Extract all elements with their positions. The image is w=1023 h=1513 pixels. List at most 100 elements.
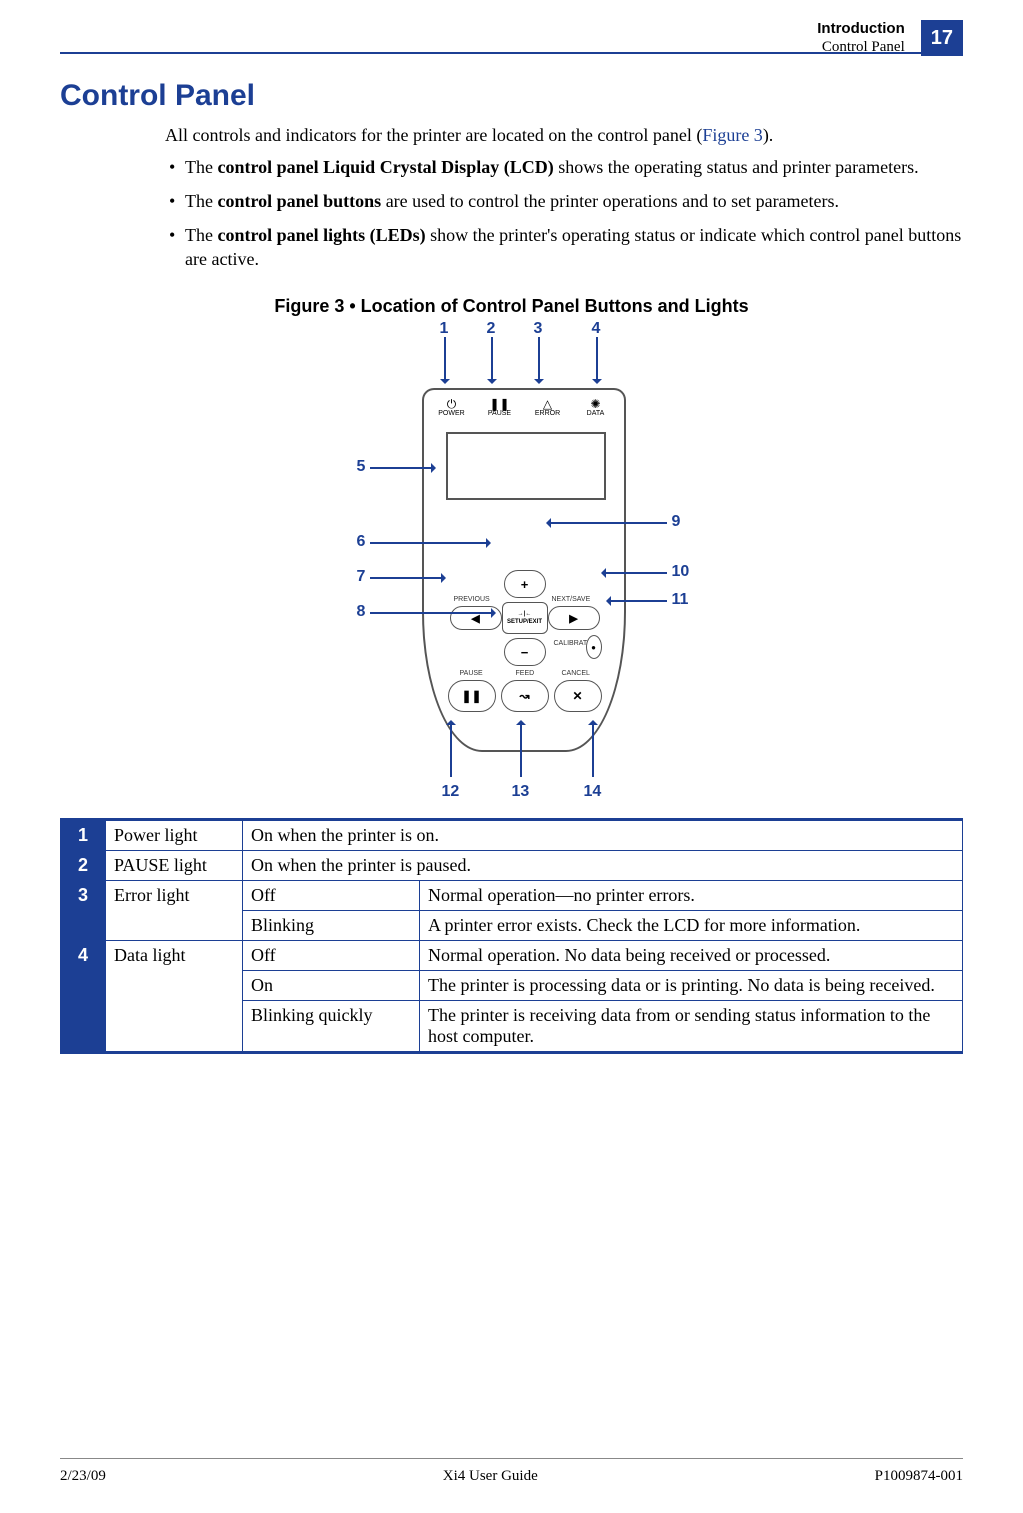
- footer-title: Xi4 User Guide: [443, 1468, 538, 1485]
- intro-text-before: All controls and indicators for the prin…: [165, 125, 702, 145]
- footer-date: 2/23/09: [60, 1468, 106, 1485]
- bullet-prefix: The: [185, 191, 217, 211]
- callout-14: 14: [584, 783, 602, 801]
- lcd-screen: [446, 432, 606, 500]
- legend-name: Error light: [106, 881, 243, 941]
- callout-11: 11: [672, 591, 689, 609]
- callout-2: 2: [487, 320, 496, 338]
- legend-state: Blinking quickly: [243, 1001, 420, 1053]
- callout-arrow: [370, 467, 435, 469]
- page-title: Control Panel: [60, 79, 963, 113]
- legend-name: Data light: [106, 941, 243, 1053]
- callout-10: 10: [672, 563, 690, 581]
- chapter-name: Introduction: [817, 20, 904, 38]
- bullet-rest: shows the operating status and printer p…: [554, 157, 919, 177]
- bullet-bold: control panel buttons: [217, 191, 381, 211]
- callout-13: 13: [512, 783, 530, 801]
- legend-desc: The printer is receiving data from or se…: [420, 1001, 963, 1053]
- callout-arrow: [596, 337, 598, 383]
- callout-arrow: [520, 721, 522, 777]
- callout-arrow: [602, 572, 667, 574]
- pause-icon: ❚❚: [480, 398, 520, 410]
- cancel-button: ✕: [554, 680, 602, 712]
- legend-state: Blinking: [243, 911, 420, 941]
- callout-arrow: [444, 337, 446, 383]
- power-icon: ⏻: [432, 398, 472, 410]
- legend-desc: A printer error exists. Check the LCD fo…: [420, 911, 963, 941]
- bullet-prefix: The: [185, 157, 217, 177]
- bullet-bold: control panel lights (LEDs): [217, 225, 425, 245]
- page-footer: 2/23/09 Xi4 User Guide P1009874-001: [60, 1468, 963, 1485]
- footer-rule: [60, 1458, 963, 1459]
- callout-arrow: [547, 522, 667, 524]
- legend-name: Power light: [106, 820, 243, 851]
- callout-arrow: [370, 577, 445, 579]
- legend-table: 1 Power light On when the printer is on.…: [60, 818, 963, 1054]
- minus-button: −: [504, 638, 546, 666]
- pause-led-label: PAUSE: [488, 410, 511, 417]
- legend-desc: On when the printer is paused.: [243, 851, 963, 881]
- legend-desc: Normal operation. No data being received…: [420, 941, 963, 971]
- callout-arrow: [370, 612, 495, 614]
- header-right-block: Introduction Control Panel 17: [817, 20, 963, 56]
- callout-6: 6: [357, 533, 366, 551]
- cancel-btn-label: CANCEL: [562, 670, 590, 677]
- legend-num: 4: [61, 941, 106, 1053]
- callout-4: 4: [592, 320, 601, 338]
- legend-desc: Normal operation—no printer errors.: [420, 881, 963, 911]
- section-name: Control Panel: [817, 38, 904, 56]
- callout-arrow: [538, 337, 540, 383]
- data-led-label: DATA: [587, 410, 605, 417]
- led-row: ⏻POWER ❚❚PAUSE △ERROR ✺DATA: [424, 398, 624, 434]
- legend-state: On: [243, 971, 420, 1001]
- callout-7: 7: [357, 568, 366, 586]
- bullet-item: The control panel buttons are used to co…: [165, 189, 963, 213]
- plus-button: +: [504, 570, 546, 598]
- page-header: Introduction Control Panel 17: [60, 20, 963, 50]
- bullet-bold: control panel Liquid Crystal Display (LC…: [217, 157, 553, 177]
- control-panel-figure: ⏻POWER ❚❚PAUSE △ERROR ✺DATA + PREVIOUS ◀…: [302, 323, 722, 803]
- bullet-item: The control panel Liquid Crystal Display…: [165, 155, 963, 179]
- legend-state: Off: [243, 941, 420, 971]
- callout-12: 12: [442, 783, 460, 801]
- figure-caption: Figure 3 • Location of Control Panel But…: [60, 296, 963, 317]
- error-icon: △: [528, 398, 568, 410]
- callout-arrow: [370, 542, 490, 544]
- feed-btn-label: FEED: [516, 670, 535, 677]
- power-led-label: POWER: [438, 410, 464, 417]
- setup-exit-label: SETUP/EXIT: [507, 618, 542, 626]
- callout-1: 1: [440, 320, 449, 338]
- data-icon: ✺: [576, 398, 616, 410]
- pause-btn-label: PAUSE: [460, 670, 483, 677]
- setup-exit-button: →|←SETUP/EXIT: [502, 602, 548, 634]
- table-row: 2 PAUSE light On when the printer is pau…: [61, 851, 963, 881]
- bullet-item: The control panel lights (LEDs) show the…: [165, 223, 963, 271]
- legend-name: PAUSE light: [106, 851, 243, 881]
- previous-label: PREVIOUS: [454, 596, 490, 603]
- callout-8: 8: [357, 603, 366, 621]
- legend-desc: The printer is processing data or is pri…: [420, 971, 963, 1001]
- callout-5: 5: [357, 458, 366, 476]
- callout-arrow: [450, 721, 452, 777]
- table-row: 3 Error light Off Normal operation—no pr…: [61, 881, 963, 911]
- callout-arrow: [491, 337, 493, 383]
- callout-arrow: [607, 600, 667, 602]
- feature-bullet-list: The control panel Liquid Crystal Display…: [165, 155, 963, 271]
- next-button: ▶: [548, 606, 600, 630]
- figure-link[interactable]: Figure 3: [702, 125, 763, 145]
- bullet-prefix: The: [185, 225, 217, 245]
- callout-9: 9: [672, 513, 681, 531]
- footer-docnum: P1009874-001: [875, 1468, 963, 1485]
- legend-state: Off: [243, 881, 420, 911]
- legend-num: 3: [61, 881, 106, 941]
- callout-3: 3: [534, 320, 543, 338]
- pause-button: ❚❚: [448, 680, 496, 712]
- legend-num: 2: [61, 851, 106, 881]
- page-number-badge: 17: [921, 20, 963, 56]
- legend-num: 1: [61, 820, 106, 851]
- nextsave-label: NEXT/SAVE: [552, 596, 591, 603]
- feed-button: ↝: [501, 680, 549, 712]
- error-led-label: ERROR: [535, 410, 560, 417]
- table-row: 4 Data light Off Normal operation. No da…: [61, 941, 963, 971]
- bullet-rest: are used to control the printer operatio…: [381, 191, 839, 211]
